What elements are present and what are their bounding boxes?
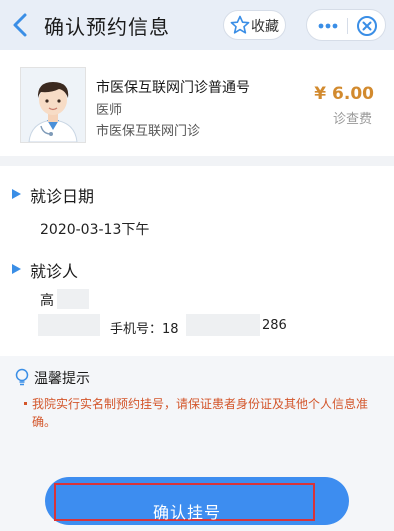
redacted-name <box>57 289 89 309</box>
favorite-button[interactable]: 收藏 <box>223 10 286 40</box>
more-button[interactable] <box>311 13 345 39</box>
back-button[interactable] <box>8 10 32 40</box>
patient-name: 高 <box>40 293 54 309</box>
doctor-avatar-icon <box>21 68 85 143</box>
arrow-right-icon <box>12 189 21 199</box>
close-button[interactable] <box>352 13 382 39</box>
tips-text: 我院实行实名制预约挂号，请保证患者身份证及其他个人信息准确。 <box>32 397 369 429</box>
star-icon <box>230 15 250 34</box>
arrow-right-icon <box>12 264 21 274</box>
doctor-avatar <box>20 67 86 143</box>
hospital-name: 市医保互联网门诊 <box>96 124 201 139</box>
visit-date-value: 2020-03-13下午 <box>40 222 150 238</box>
highlight-box: 确认挂号 <box>54 483 315 522</box>
redacted-id <box>38 314 100 336</box>
phone-label: 手机号：18 <box>110 322 179 337</box>
top-bar: 确认预约信息 收藏 <box>0 0 394 50</box>
redacted-phone <box>186 314 260 336</box>
favorite-label: 收藏 <box>251 19 279 35</box>
section-gap <box>0 156 394 166</box>
chevron-left-icon <box>13 13 27 37</box>
doctor-title: 医师 <box>96 103 123 118</box>
page-title: 确认预约信息 <box>44 15 170 39</box>
tips-title: 温馨提示 <box>34 371 90 387</box>
visit-date-title: 就诊日期 <box>30 187 95 206</box>
phone-tail: 286 <box>262 318 287 333</box>
more-dots-icon <box>318 23 338 29</box>
price: ¥ 6.00 <box>314 84 374 104</box>
confirm-register-button[interactable]: 确认挂号 <box>45 477 349 525</box>
lightbulb-icon <box>15 368 29 386</box>
tips-bullet <box>24 402 27 405</box>
mini-program-capsule <box>306 9 386 41</box>
fee-label: 诊查费 <box>332 112 372 127</box>
service-name: 市医保互联网门诊普通号 <box>96 80 250 96</box>
target-close-icon <box>357 16 377 36</box>
visit-date-section: 就诊日期 <box>0 166 394 258</box>
capsule-divider <box>347 18 348 34</box>
confirm-label: 确认挂号 <box>152 503 221 522</box>
doctor-card: 市医保互联网门诊普通号 医师 市医保互联网门诊 ¥ 6.00 诊查费 <box>0 50 394 156</box>
patient-title: 就诊人 <box>30 262 79 281</box>
